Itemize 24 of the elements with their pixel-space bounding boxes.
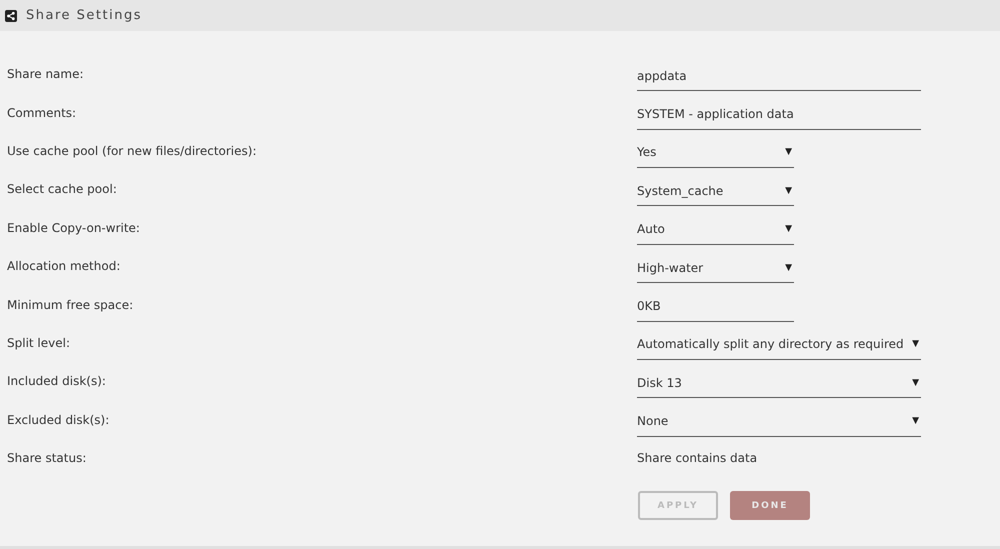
dropdown[interactable]: System_cache ▼ bbox=[637, 176, 794, 206]
field-label: Excluded disk(s): bbox=[6, 412, 110, 427]
text-field[interactable]: SYSTEM - application data bbox=[637, 100, 921, 130]
field-label: Select cache pool: bbox=[6, 182, 118, 196]
field-label: Share name: bbox=[6, 67, 85, 82]
share-icon bbox=[5, 10, 17, 22]
dropdown[interactable]: Automatically split any directory as required ▼ bbox=[637, 330, 921, 360]
dropdown[interactable]: None ▼ bbox=[637, 406, 921, 437]
text-field[interactable]: 0KB bbox=[637, 292, 794, 322]
field-label: Minimum free space: bbox=[6, 298, 134, 312]
status-text: Share contains data bbox=[637, 451, 758, 466]
field-label: Allocation method: bbox=[6, 259, 122, 274]
field-label: Use cache pool (for new files/directories): bbox=[6, 144, 258, 158]
page-title: Share Settings bbox=[26, 8, 142, 23]
field-label: Included disk(s): bbox=[6, 374, 107, 388]
field-label: Split level: bbox=[6, 336, 71, 350]
dropdown[interactable]: Auto ▼ bbox=[637, 214, 794, 245]
field-label: Comments: bbox=[6, 106, 78, 120]
dropdown[interactable]: High-water ▼ bbox=[637, 253, 794, 284]
dropdown[interactable]: Yes ▼ bbox=[637, 138, 794, 168]
field-label: Share status: bbox=[6, 451, 88, 466]
field-label: Enable Copy-on-write: bbox=[6, 220, 141, 235]
dropdown[interactable]: Disk 13 ▼ bbox=[637, 368, 921, 398]
text-field[interactable]: appdata bbox=[637, 61, 921, 92]
